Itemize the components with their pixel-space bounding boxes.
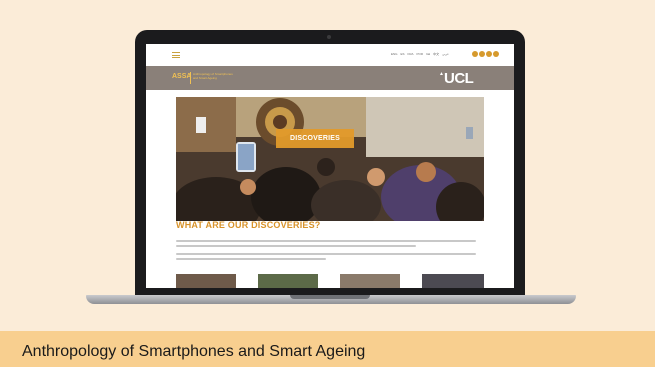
caption-text[interactable]: Anthropology of Smartphones and Smart Ag… xyxy=(22,343,365,361)
menu-icon[interactable] xyxy=(172,52,180,58)
paragraph-line xyxy=(176,253,476,255)
logo-divider xyxy=(190,72,191,84)
showcase-card: ENG ES FRA POR Ital 中文 عربي ASSA Anthrop… xyxy=(0,0,655,367)
paragraph-line xyxy=(176,240,476,242)
language-link[interactable]: ES xyxy=(401,52,405,56)
paragraph-line xyxy=(176,258,326,260)
discovery-thumbnail[interactable] xyxy=(258,274,318,288)
language-link[interactable]: POR xyxy=(417,52,424,56)
assa-logo[interactable]: ASSA xyxy=(172,73,191,80)
twitter-icon[interactable] xyxy=(479,51,485,57)
language-link[interactable]: Ital xyxy=(426,52,430,56)
laptop-screen: ENG ES FRA POR Ital 中文 عربي ASSA Anthrop… xyxy=(146,44,514,288)
social-links xyxy=(472,51,499,57)
youtube-icon[interactable] xyxy=(486,51,492,57)
ucl-logo[interactable]: UCL xyxy=(444,70,474,87)
hero-image xyxy=(176,97,484,221)
discovery-thumbnail[interactable] xyxy=(422,274,484,288)
facebook-icon[interactable] xyxy=(472,51,478,57)
logo-subtitle: Anthropology of Smartphones and Smart Ag… xyxy=(193,72,233,80)
laptop-camera xyxy=(327,35,331,39)
laptop-notch xyxy=(290,295,370,299)
language-link[interactable]: FRA xyxy=(408,52,414,56)
section-heading: WHAT ARE OUR DISCOVERIES? xyxy=(176,220,321,230)
language-link[interactable]: 中文 xyxy=(433,52,439,56)
language-link[interactable]: عربي xyxy=(442,52,449,56)
paragraph-line xyxy=(176,245,416,247)
language-link[interactable]: ENG xyxy=(391,52,398,56)
language-links: ENG ES FRA POR Ital 中文 عربي xyxy=(391,52,449,56)
discovery-thumbnail[interactable] xyxy=(176,274,236,288)
discovery-thumbnail[interactable] xyxy=(340,274,400,288)
discoveries-button[interactable]: DISCOVERIES xyxy=(276,129,354,148)
crowd-photo xyxy=(176,97,484,221)
instagram-icon[interactable] xyxy=(493,51,499,57)
site-topbar: ENG ES FRA POR Ital 中文 عربي xyxy=(146,44,514,66)
